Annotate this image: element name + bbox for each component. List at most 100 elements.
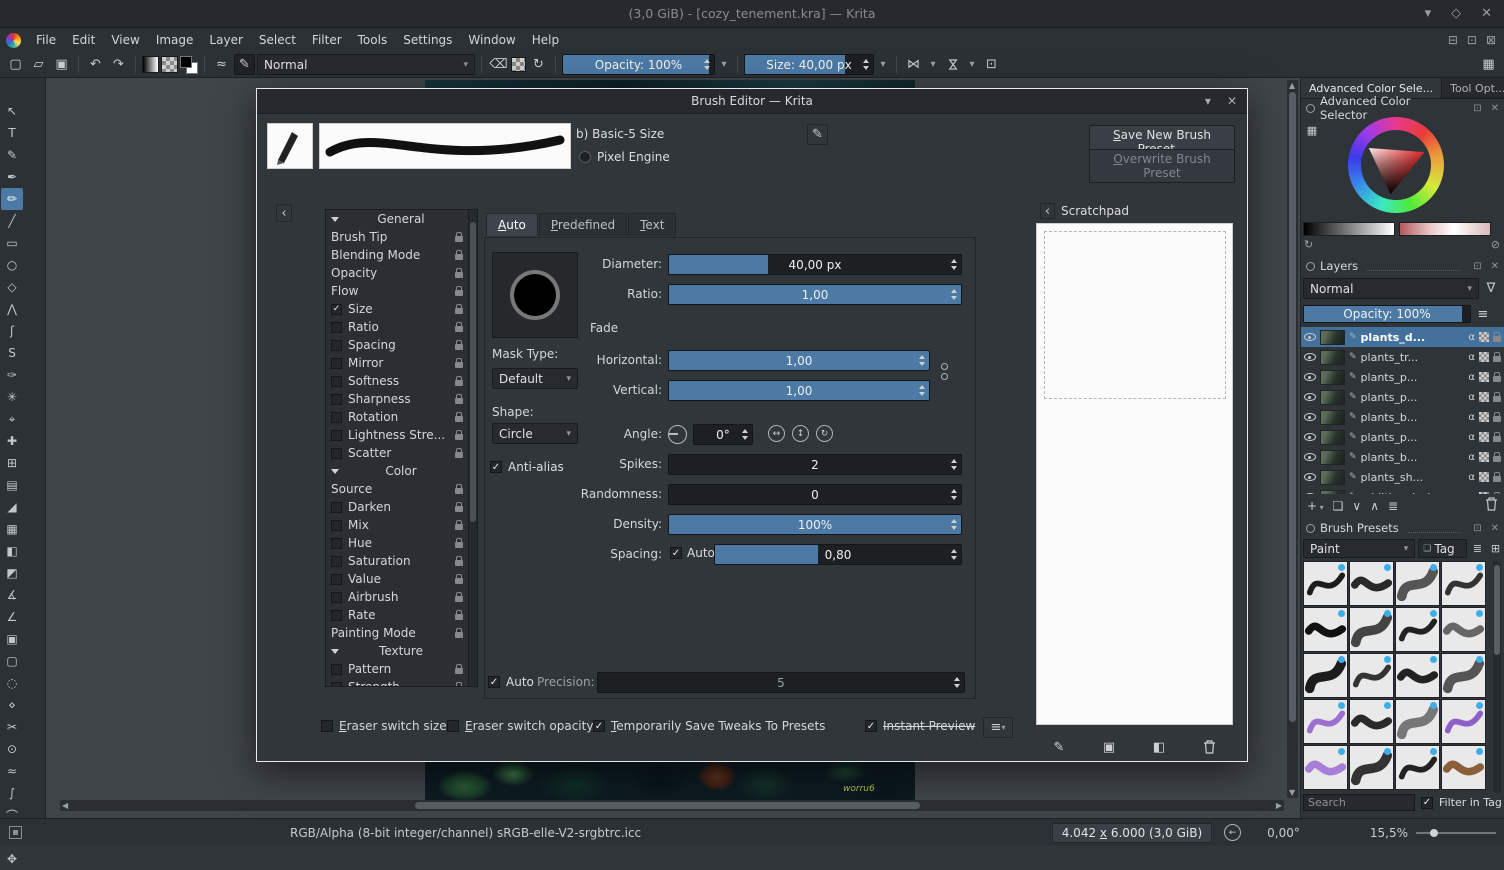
tool-select-shapes[interactable]: ↖	[1, 100, 23, 122]
menu-tools[interactable]: Tools	[350, 28, 396, 52]
layer-lock-icon[interactable]	[1493, 451, 1501, 462]
brush-option-mix[interactable]: Mix	[326, 516, 477, 534]
option-lock-icon[interactable]	[455, 231, 463, 242]
alpha-icon[interactable]: α	[1468, 432, 1475, 443]
option-checkbox[interactable]	[331, 447, 342, 459]
brush-option-color[interactable]: Color	[326, 462, 477, 480]
alpha-icon[interactable]: α	[1468, 352, 1475, 363]
brush-option-opacity[interactable]: Opacity	[326, 264, 477, 282]
tool-polyline[interactable]: ⋀	[1, 298, 23, 320]
value-gradient-strip[interactable]	[1303, 222, 1395, 236]
alpha-lock-icon[interactable]	[1479, 432, 1489, 442]
brush-option-hue[interactable]: Hue	[326, 534, 477, 552]
alpha-icon[interactable]: α	[1468, 472, 1475, 483]
brush-option-rotation[interactable]: Rotation	[326, 408, 477, 426]
close-docker-icon[interactable]: ✕	[1491, 103, 1499, 114]
mdi-close-icon[interactable]: ⊠	[1486, 33, 1496, 47]
layers-docker-header[interactable]: Layers ⊡ ✕	[1301, 257, 1504, 275]
rename-preset-icon[interactable]: ✎	[807, 124, 828, 145]
density-slider[interactable]: 100%	[668, 514, 962, 535]
blending-mode-combo[interactable]: Normal ▾	[257, 54, 475, 75]
tag-filter-combo[interactable]: Paint ▾	[1303, 539, 1416, 558]
instant-preview-option[interactable]: ✓ Instant Preview	[865, 719, 975, 733]
menu-settings[interactable]: Settings	[395, 28, 460, 52]
brush-preset[interactable]	[1349, 607, 1394, 652]
tool-crop[interactable]: ⊞	[1, 452, 23, 474]
eraser-switch-opacity-option[interactable]: Eraser switch opacity	[447, 719, 593, 733]
option-lock-icon[interactable]	[455, 573, 463, 584]
dialog-close-icon[interactable]: ✕	[1227, 94, 1237, 108]
brush-preset[interactable]	[1349, 699, 1394, 744]
layer-visibility-icon[interactable]	[1304, 353, 1316, 361]
angle-dial[interactable]	[668, 425, 687, 444]
tool-text[interactable]: T	[1, 122, 23, 144]
open-document-icon[interactable]: ▱	[28, 54, 49, 75]
color-selector-docker-header[interactable]: Advanced Color Selector ⊡ ✕	[1301, 94, 1504, 122]
tool-bezier-select[interactable]: ∫	[1, 782, 23, 804]
brush-preset[interactable]	[1395, 699, 1440, 744]
tool-calligraphy[interactable]: ✒	[1, 166, 23, 188]
option-lock-icon[interactable]	[455, 519, 463, 530]
spinner[interactable]	[860, 55, 871, 74]
option-lock-icon[interactable]	[455, 555, 463, 566]
tool-assistants[interactable]: ∡	[1, 584, 23, 606]
tool-enclose-fill[interactable]: ◩	[1, 562, 23, 584]
brush-option-mirror[interactable]: Mirror	[326, 354, 477, 372]
brush-option-ratio[interactable]: Ratio	[326, 318, 477, 336]
layer-visibility-icon[interactable]	[1304, 373, 1316, 381]
option-lock-icon[interactable]	[455, 537, 463, 548]
tool-similar-select[interactable]: ≈	[1, 760, 23, 782]
color-selector-settings-icon[interactable]: ▦	[1304, 122, 1320, 138]
mirror-horizontal-icon[interactable]: ⋈	[903, 54, 924, 75]
tool-transform[interactable]: ⌖	[1, 408, 23, 430]
trim-canvas-icon[interactable]: ⊡	[981, 54, 1002, 75]
brush-preset[interactable]	[1395, 745, 1440, 790]
tool-line[interactable]: ╱	[1, 210, 23, 232]
flip-horizontal-icon[interactable]: ↔	[768, 425, 785, 442]
checkbox[interactable]: ✓	[865, 720, 877, 732]
brush-preset[interactable]	[1303, 653, 1348, 698]
brush-preset[interactable]	[1441, 699, 1486, 744]
float-docker-icon[interactable]: ⊡	[1473, 103, 1481, 114]
preset-scrollbar[interactable]	[1493, 561, 1501, 793]
option-lock-icon[interactable]	[455, 609, 463, 620]
brush-option-strength[interactable]: Strength	[326, 678, 477, 686]
brush-editor-toggle[interactable]: ✎	[234, 54, 255, 75]
option-lock-icon[interactable]	[455, 663, 463, 674]
brush-preset[interactable]	[1303, 561, 1348, 606]
scroll-down-icon[interactable]: ▼	[1289, 787, 1295, 798]
option-checkbox[interactable]	[331, 555, 342, 567]
spinner[interactable]	[948, 485, 959, 504]
brush-preset[interactable]	[1441, 607, 1486, 652]
new-document-icon[interactable]: ▢	[5, 54, 26, 75]
option-lock-icon[interactable]	[455, 447, 463, 458]
scroll-right-icon[interactable]: ▶	[1276, 800, 1282, 811]
float-docker-icon[interactable]: ⊡	[1473, 523, 1481, 534]
no-color-icon[interactable]: ⊘	[1491, 238, 1500, 251]
canvas-horizontal-scrollbar[interactable]: ◀ ▶	[60, 800, 1284, 811]
option-lock-icon[interactable]	[455, 591, 463, 602]
spinner[interactable]	[916, 351, 927, 370]
tool-polygon[interactable]: ◇	[1, 276, 23, 298]
layer-visibility-icon[interactable]	[1304, 413, 1316, 421]
tool-freehand-path[interactable]: S	[1, 342, 23, 364]
move-layer-up-button[interactable]: ∧	[1370, 499, 1379, 513]
option-lock-icon[interactable]	[455, 483, 463, 494]
delete-layer-button[interactable]	[1485, 497, 1498, 514]
spinner[interactable]	[701, 55, 712, 74]
layer-visibility-icon[interactable]	[1304, 433, 1316, 441]
filter-in-tag-checkbox[interactable]: ✓	[1421, 796, 1433, 809]
alpha-icon[interactable]: α	[1468, 492, 1475, 495]
maximize-icon[interactable]: ◇	[1451, 6, 1461, 21]
scrollbar-thumb[interactable]	[1494, 565, 1500, 655]
alpha-lock-icon[interactable]	[1479, 452, 1489, 462]
option-checkbox[interactable]	[331, 537, 342, 549]
brush-preset[interactable]	[1303, 745, 1348, 790]
close-docker-icon[interactable]: ✕	[1491, 261, 1499, 272]
scratchpad-clear-button[interactable]	[1199, 737, 1219, 757]
duplicate-layer-button[interactable]: ❏	[1333, 499, 1344, 513]
dialog-titlebar[interactable]: Brush Editor — Krita ▾ ✕	[257, 89, 1247, 114]
dialog-menu-button[interactable]: ≡ ▾	[983, 717, 1013, 738]
option-lock-icon[interactable]	[455, 267, 463, 278]
brush-smoothing-icon[interactable]: ≈	[211, 54, 232, 75]
